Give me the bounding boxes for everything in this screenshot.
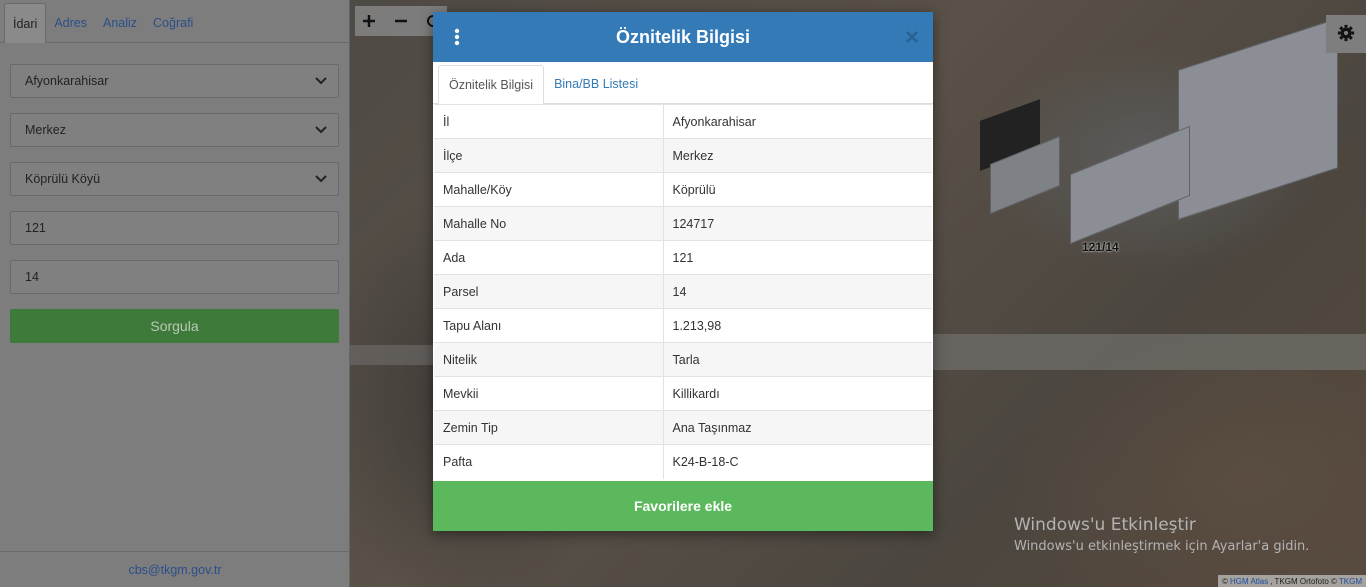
table-row: Mevkii Killikardı	[434, 376, 932, 411]
hgm-atlas-link[interactable]: HGM Atlas	[1230, 577, 1268, 586]
chevron-down-icon	[314, 123, 328, 137]
modal-tabs: Öznitelik Bilgisi Bina/BB Listesi	[433, 62, 933, 104]
block-input[interactable]: 121	[10, 211, 339, 245]
table-row: Nitelik Tarla	[434, 342, 932, 377]
attribute-value: 121	[663, 240, 932, 275]
attribute-info-modal: Öznitelik Bilgisi Öznitelik Bilgisi Bina…	[433, 12, 933, 531]
district-value: Merkez	[25, 123, 66, 137]
attribute-value: Tarla	[663, 342, 932, 377]
attribute-key: Mevkii	[434, 376, 664, 411]
parcel-value: 14	[25, 270, 39, 284]
watermark-subtitle: Windows'u etkinleştirmek için Ayarlar'a …	[1014, 539, 1310, 554]
attribute-key: Mahalle/Köy	[434, 172, 664, 207]
attribute-key: Mahalle No	[434, 206, 664, 241]
attribute-value: K24-B-18-C	[663, 444, 932, 479]
watermark-title: Windows'u Etkinleştir	[1014, 515, 1196, 535]
map-road	[930, 334, 1366, 370]
attribute-key: Zemin Tip	[434, 410, 664, 445]
table-row: Ada 121	[434, 240, 932, 275]
attribute-key: Parsel	[434, 274, 664, 309]
district-select[interactable]: Merkez	[10, 113, 339, 147]
query-form: Afyonkarahisar Merkez Köprülü Köyü 121 1…	[0, 43, 349, 343]
modal-title: Öznitelik Bilgisi	[615, 26, 751, 47]
tab-attribute-info[interactable]: Öznitelik Bilgisi	[438, 65, 545, 104]
attribution-middle: , TKGM Ortofoto ©	[1270, 576, 1337, 586]
attribution-prefix: ©	[1222, 576, 1228, 586]
province-select[interactable]: Afyonkarahisar	[10, 64, 339, 98]
attribute-key: Ada	[434, 240, 664, 275]
table-row: İl Afyonkarahisar	[434, 104, 932, 139]
map-greenhouse	[1070, 125, 1190, 245]
attribute-value: Afyonkarahisar	[663, 104, 932, 139]
attribute-key: İl	[434, 104, 664, 139]
tab-idari[interactable]: İdari	[4, 3, 47, 43]
attribute-key: Pafta	[434, 444, 664, 479]
chevron-down-icon	[314, 74, 328, 88]
attribute-key: Nitelik	[434, 342, 664, 377]
table-row: İlçe Merkez	[434, 138, 932, 173]
close-icon[interactable]	[903, 27, 921, 47]
table-row: Pafta K24-B-18-C	[434, 444, 932, 479]
tab-cografi[interactable]: Coğrafi	[145, 4, 201, 42]
attribute-value: 14	[663, 274, 932, 309]
attribute-value: 1.213,98	[663, 308, 932, 343]
tab-building-list[interactable]: Bina/BB Listesi	[544, 65, 648, 103]
settings-button[interactable]	[1326, 15, 1366, 53]
gear-icon	[1337, 24, 1355, 45]
attribute-value: Merkez	[663, 138, 932, 173]
attribute-value: 124717	[663, 206, 932, 241]
tab-adres[interactable]: Adres	[46, 4, 95, 42]
table-row: Mahalle No 124717	[434, 206, 932, 241]
attribute-value: Ana Taşınmaz	[663, 410, 932, 445]
tab-analiz[interactable]: Analiz	[95, 4, 145, 42]
sorgula-button[interactable]: Sorgula	[10, 309, 339, 343]
attribute-table: İl Afyonkarahisar İlçe Merkez Mahalle/Köy Köp…	[434, 104, 932, 479]
modal-header: Öznitelik Bilgisi	[433, 12, 933, 62]
attribute-value: Köprülü	[663, 172, 932, 207]
map-greenhouse	[1178, 18, 1338, 220]
attribute-key: Tapu Alanı	[434, 308, 664, 343]
sidebar: İdari Adres Analiz Coğrafi Afyonkarahisa…	[0, 0, 350, 587]
zoom-in-icon[interactable]	[361, 13, 377, 29]
map-road	[350, 345, 440, 365]
windows-activation-watermark: Windows'u Etkinleştir Windows'u etkinleş…	[1014, 515, 1309, 554]
province-value: Afyonkarahisar	[25, 74, 109, 88]
neighborhood-value: Köprülü Köyü	[25, 172, 101, 186]
table-row: Parsel 14	[434, 274, 932, 309]
attribute-value: Killikardı	[663, 376, 932, 411]
vertical-dots-menu-icon[interactable]	[449, 27, 465, 47]
table-row: Tapu Alanı 1.213,98	[434, 308, 932, 343]
zoom-out-icon[interactable]	[393, 13, 409, 29]
table-row: Mahalle/Köy Köprülü	[434, 172, 932, 207]
parcel-input[interactable]: 14	[10, 260, 339, 294]
sidebar-tabs: İdari Adres Analiz Coğrafi	[0, 0, 349, 43]
table-row: Zemin Tip Ana Taşınmaz	[434, 410, 932, 445]
map-attribution: © HGM Atlas , TKGM Ortofoto © TKGM	[1218, 575, 1366, 587]
block-value: 121	[25, 221, 46, 235]
tkgm-link[interactable]: TKGM	[1339, 577, 1362, 586]
footer-email-link[interactable]: cbs@tkgm.gov.tr	[0, 551, 350, 587]
parcel-label[interactable]: 121/14	[1082, 240, 1119, 254]
chevron-down-icon	[314, 172, 328, 186]
add-to-favorites-button[interactable]: Favorilere ekle	[433, 481, 933, 531]
neighborhood-select[interactable]: Köprülü Köyü	[10, 162, 339, 196]
attribute-key: İlçe	[434, 138, 664, 173]
